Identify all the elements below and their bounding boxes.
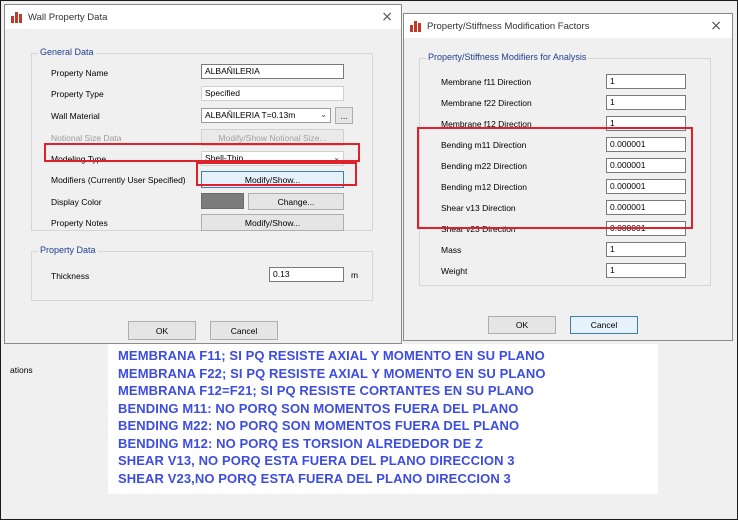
annotation-line: BENDING M22: NO PORQ SON MOMENTOS FUERA … [118, 418, 520, 433]
wall-material-value: ALBAÑILERIA T=0.13m [205, 110, 296, 120]
cancel-button[interactable]: Cancel [210, 321, 278, 340]
property-notes-button[interactable]: Modify/Show... [201, 214, 344, 231]
modifier-value-input[interactable]: 1 [606, 263, 686, 278]
wall-material-select[interactable]: ALBAÑILERIA T=0.13m ⌄ [201, 108, 331, 123]
property-name-label: Property Name [51, 68, 109, 78]
property-name-input[interactable]: ALBAÑILERIA [201, 64, 344, 79]
ok-button[interactable]: OK [128, 321, 196, 340]
modifier-value-input[interactable]: 1 [606, 74, 686, 89]
property-notes-label: Property Notes [51, 218, 108, 228]
background-side-text: ations [10, 365, 33, 375]
display-color-label: Display Color [51, 197, 102, 207]
wall-material-label: Wall Material [51, 111, 100, 121]
property-type-value: Specified [205, 88, 240, 98]
modifiers-button-highlight [196, 162, 357, 186]
modifier-label: Mass [441, 245, 462, 255]
modifier-label: Membrane f22 Direction [441, 98, 532, 108]
app-icon [11, 11, 24, 23]
annotation-line: MEMBRANA F22; SI PQ RESISTE AXIAL Y MOME… [118, 365, 546, 381]
thickness-input[interactable]: 0.13 [269, 267, 344, 282]
chevron-down-icon: ⌄ [320, 110, 327, 119]
notional-size-label: Notional Size Data [51, 133, 122, 143]
cancel-button[interactable]: Cancel [570, 316, 638, 334]
modifier-value-input[interactable]: 1 [606, 95, 686, 110]
modeling-type-highlight [44, 143, 360, 162]
display-color-swatch[interactable] [201, 193, 244, 209]
modifiers-label: Modifiers (Currently User Specified) [51, 175, 186, 185]
modifiers-dialog-title: Property/Stiffness Modification Factors [427, 20, 590, 32]
property-data-label: Property Data [38, 245, 98, 255]
close-icon[interactable]: × [381, 9, 393, 25]
annotation-line: BENDING M11: NO PORQ SON MOMENTOS FUERA … [118, 400, 519, 416]
annotation-line: MEMBRANA F12=F21; SI PQ RESISTE CORTANTE… [118, 383, 534, 398]
annotation-line: BENDING M12: NO PORQ ES TORSION ALREDEDO… [118, 435, 484, 451]
modifier-label: Weight [441, 266, 468, 276]
modifier-value-input[interactable]: 1 [606, 242, 686, 257]
ok-button[interactable]: OK [488, 316, 556, 334]
close-icon[interactable]: × [710, 18, 722, 34]
property-type-label: Property Type [51, 89, 104, 99]
annotation-line: SHEAR V13, NO PORQ ESTA FUERA DEL PLANO … [118, 453, 515, 468]
property-type-select[interactable]: Specified [201, 86, 344, 101]
annotation-panel: MEMBRANA F11; SI PQ RESISTE AXIAL Y MOME… [108, 344, 658, 494]
modifiers-group-label: Property/Stiffness Modifiers for Analysi… [426, 52, 589, 62]
app-icon [410, 20, 423, 32]
annotation-line: SHEAR V23,NO PORQ ESTA FUERA DEL PLANO D… [118, 470, 511, 486]
general-data-label: General Data [38, 47, 96, 57]
modifier-label: Membrane f11 Direction [441, 77, 532, 87]
wall-material-more-button[interactable]: ... [335, 107, 353, 124]
wall-dialog-titlebar[interactable]: Wall Property Data × [5, 5, 401, 29]
annotation-line: MEMBRANA F11; SI PQ RESISTE AXIAL Y MOME… [118, 348, 545, 363]
modifiers-dialog-titlebar[interactable]: Property/Stiffness Modification Factors … [404, 14, 732, 38]
change-color-button[interactable]: Change... [248, 193, 344, 210]
bending-shear-highlight [417, 127, 693, 229]
wall-dialog-title: Wall Property Data [28, 11, 108, 23]
thickness-label: Thickness [51, 271, 90, 281]
thickness-unit: m [351, 270, 359, 280]
